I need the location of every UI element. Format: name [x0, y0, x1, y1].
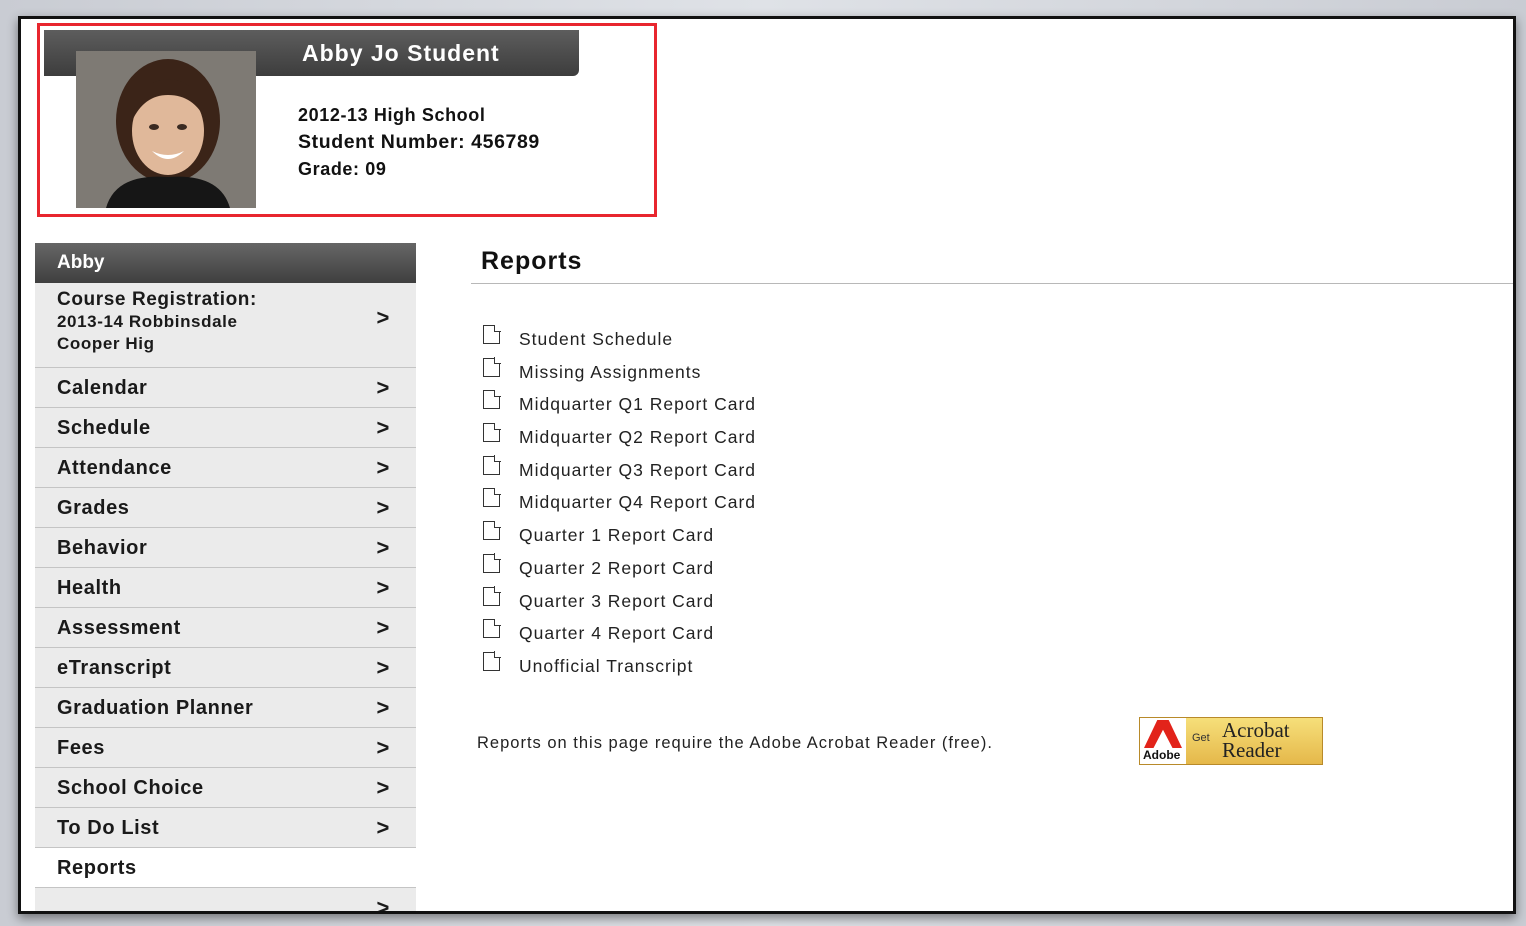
report-link[interactable]: Midquarter Q1 Report Card: [519, 394, 756, 415]
student-name: Abby Jo Student: [302, 40, 500, 66]
chevron-right-icon: >: [376, 655, 390, 680]
sidebar-item-fees[interactable]: Fees >: [35, 728, 416, 768]
document-icon: [483, 618, 501, 639]
sidebar-item-schedule[interactable]: Schedule >: [35, 408, 416, 448]
chevron-right-icon: >: [376, 615, 390, 640]
sidebar-item-label: Graduation Planner: [57, 697, 254, 719]
chevron-right-icon: >: [376, 495, 390, 520]
student-photo: [76, 51, 256, 208]
report-link[interactable]: Student Schedule: [519, 329, 673, 350]
report-link[interactable]: Unofficial Transcript: [519, 656, 693, 677]
sidebar-item-sublabel: Cooper Hig: [57, 334, 155, 353]
chevron-right-icon: >: [376, 735, 390, 760]
sidebar-item-label: Course Registration:: [57, 289, 257, 310]
document-icon: [483, 553, 501, 573]
sidebar-item-cut-off[interactable]: >: [35, 888, 416, 914]
get-text: Get: [1192, 732, 1210, 744]
sidebar-item-behavior[interactable]: Behavior >: [35, 528, 416, 568]
chevron-right-icon: >: [376, 305, 390, 330]
student-number: Student Number: 456789: [298, 131, 540, 153]
sidebar-nav: Abby Course Registration: 2013-14 Robbin…: [35, 243, 416, 914]
adobe-logo-text: Adobe: [1143, 748, 1181, 762]
app-window: Abby Jo Student 2012-13 High School Stud…: [18, 16, 1516, 914]
adobe-logo-icon: Adobe: [1140, 718, 1186, 764]
reader-text: Reader: [1222, 738, 1282, 762]
page-title: Reports: [481, 247, 583, 275]
acrobat-requirement-note: Reports on this page require the Adobe A…: [477, 734, 993, 752]
sidebar-item-label: Reports: [57, 857, 137, 879]
report-link[interactable]: Midquarter Q4 Report Card: [519, 492, 756, 513]
sidebar-item-label: Assessment: [57, 617, 181, 639]
report-link[interactable]: Quarter 2 Report Card: [519, 558, 714, 579]
report-link[interactable]: Missing Assignments: [519, 362, 701, 383]
document-icon: [483, 455, 501, 475]
sidebar-item-to-do-list[interactable]: To Do List >: [35, 808, 416, 848]
chevron-right-icon: >: [376, 815, 390, 840]
report-link[interactable]: Quarter 3 Report Card: [519, 591, 714, 612]
sidebar-item-label: Calendar: [57, 377, 148, 399]
chevron-right-icon: >: [376, 415, 390, 440]
sidebar-item-health[interactable]: Health >: [35, 568, 416, 608]
sidebar-item-label: Grades: [57, 497, 130, 519]
sidebar-item-attendance[interactable]: Attendance >: [35, 448, 416, 488]
chevron-right-icon: >: [376, 375, 390, 400]
sidebar-item-label: Attendance: [57, 457, 172, 479]
sidebar-item-school-choice[interactable]: School Choice >: [35, 768, 416, 808]
student-header: Abby Jo Student 2012-13 High School Stud…: [37, 23, 657, 217]
sidebar-item-label: To Do List: [57, 817, 160, 839]
chevron-right-icon: >: [376, 575, 390, 600]
report-link[interactable]: Midquarter Q3 Report Card: [519, 460, 756, 481]
report-link[interactable]: Midquarter Q2 Report Card: [519, 427, 756, 448]
sidebar-item-label: Schedule: [57, 417, 151, 439]
sidebar-item-calendar[interactable]: Calendar >: [35, 368, 416, 408]
document-icon: [483, 389, 501, 410]
sidebar-item-course-registration[interactable]: Course Registration: 2013-14 Robbinsdale…: [35, 283, 416, 368]
sidebar-item-label: Fees: [57, 737, 105, 759]
sidebar-item-label: School Choice: [57, 777, 204, 799]
school-year: 2012-13 High School: [298, 105, 486, 125]
sidebar-item-assessment[interactable]: Assessment >: [35, 608, 416, 648]
document-icon: [483, 357, 501, 377]
document-icon: [483, 520, 501, 541]
document-icon: [483, 651, 501, 671]
chevron-right-icon: >: [376, 535, 390, 560]
document-icon: [483, 422, 501, 443]
sidebar-item-grades[interactable]: Grades >: [35, 488, 416, 528]
report-link[interactable]: Quarter 1 Report Card: [519, 525, 714, 546]
document-icon: [483, 586, 501, 606]
sidebar-item-graduation-planner[interactable]: Graduation Planner >: [35, 688, 416, 728]
sidebar-header: Abby: [35, 243, 416, 283]
sidebar-item-label: Behavior: [57, 537, 148, 559]
acrobat-reader-text: Acrobat Reader: [1222, 720, 1290, 762]
chevron-right-icon: >: [376, 455, 390, 480]
title-divider: [471, 283, 1513, 284]
sidebar-item-label: eTranscript: [57, 657, 172, 679]
chevron-right-icon: >: [376, 695, 390, 720]
student-grade: Grade: 09: [298, 159, 387, 179]
sidebar-item-label: Health: [57, 577, 122, 599]
chevron-right-icon: >: [376, 775, 390, 800]
document-icon: [483, 324, 501, 344]
sidebar-item-reports[interactable]: Reports: [35, 848, 416, 888]
get-acrobat-reader-button[interactable]: Adobe Get Acrobat Reader: [1139, 717, 1323, 765]
report-link[interactable]: Quarter 4 Report Card: [519, 623, 714, 644]
document-icon: [483, 487, 501, 508]
sidebar-item-sublabel: 2013-14 Robbinsdale: [57, 312, 238, 331]
sidebar-item-etranscript[interactable]: eTranscript >: [35, 648, 416, 688]
chevron-right-icon: >: [376, 895, 390, 914]
